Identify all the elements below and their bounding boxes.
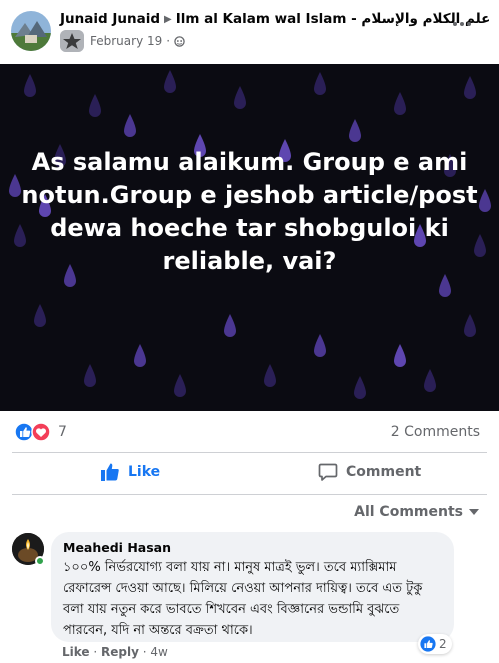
post-actions: Like Comment xyxy=(0,454,499,494)
comment-actions: Like · Reply · 4w xyxy=(62,645,168,659)
comment-reply-link[interactable]: Reply xyxy=(101,645,139,659)
comments-filter-label: All Comments xyxy=(354,504,463,520)
group-privacy-icon xyxy=(174,35,185,47)
thumbs-up-icon xyxy=(101,463,119,481)
post-title-line: Junaid Junaid ▶ Ilm al Kalam wal Islam -… xyxy=(60,11,490,27)
comment-button[interactable]: Comment xyxy=(318,462,421,482)
comment-text: ১০০% নির্ভরযোগ্য বলা যায় না। মানুষ মাত্… xyxy=(63,560,423,638)
comment-reaction-count: 2 xyxy=(439,637,447,651)
divider xyxy=(12,494,487,495)
comment-reactions[interactable]: 2 xyxy=(418,634,452,654)
divider xyxy=(12,452,487,453)
like-reaction-icon xyxy=(420,636,436,652)
comment-age[interactable]: 4w xyxy=(150,645,167,659)
group-avatar[interactable] xyxy=(60,30,84,52)
commenter-name[interactable]: Meahedi Hasan xyxy=(63,540,442,555)
chevron-down-icon xyxy=(469,509,479,515)
reactions-count[interactable]: 7 xyxy=(58,424,67,440)
group-name[interactable]: Ilm al Kalam wal Islam - علم الكلام والإ… xyxy=(176,11,491,27)
author-name[interactable]: Junaid Junaid xyxy=(60,11,160,27)
post-background: As salamu alaikum. Group e ami notun.Gro… xyxy=(0,64,499,411)
meta-separator: · xyxy=(166,34,171,48)
comment-icon xyxy=(318,463,338,481)
author-avatar[interactable] xyxy=(11,11,51,51)
post-date[interactable]: February 19 xyxy=(90,34,162,48)
like-button[interactable]: Like xyxy=(100,462,160,482)
post-meta: February 19 · xyxy=(90,34,185,48)
like-label: Like xyxy=(128,464,161,480)
reactions-summary: 7 2 Comments xyxy=(0,412,499,452)
comments-count[interactable]: 2 Comments xyxy=(391,424,480,440)
post-header: Junaid Junaid ▶ Ilm al Kalam wal Islam -… xyxy=(0,0,499,64)
comment-bubble: Meahedi Hasan ১০০% নির্ভরযোগ্য বলা যায় … xyxy=(51,532,454,642)
post-text: As salamu alaikum. Group e ami notun.Gro… xyxy=(21,148,478,275)
reaction-icons[interactable] xyxy=(14,422,54,442)
arrow-right-icon: ▶ xyxy=(164,13,172,25)
comment-label: Comment xyxy=(346,464,422,480)
more-options-icon[interactable] xyxy=(453,20,471,28)
comments-filter[interactable]: All Comments xyxy=(354,504,479,520)
comment-like-link[interactable]: Like xyxy=(62,645,90,659)
online-status-indicator xyxy=(35,556,45,566)
